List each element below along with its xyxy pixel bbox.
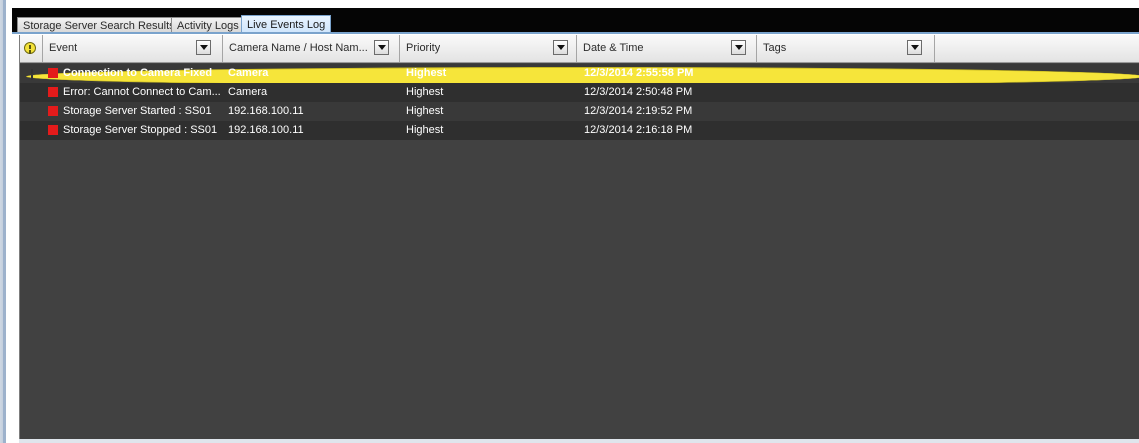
- window: Storage Server Search Results Activity L…: [0, 0, 1139, 443]
- cell-datetime: 12/3/2014 2:19:52 PM: [584, 105, 693, 117]
- tab-activity-logs[interactable]: Activity Logs: [171, 17, 245, 33]
- priority-filter-dropdown-icon[interactable]: [553, 40, 568, 55]
- table-row[interactable]: Error: Cannot Connect to Cam... Camera H…: [20, 83, 1139, 102]
- cell-datetime: 12/3/2014 2:50:48 PM: [584, 86, 693, 98]
- column-header-priority[interactable]: Priority: [400, 35, 577, 62]
- column-header-datetime[interactable]: Date & Time: [577, 35, 757, 62]
- column-label-camera: Camera Name / Host Nam...: [229, 42, 368, 54]
- cell-tags: [763, 64, 933, 83]
- cell-priority: Highest: [406, 67, 447, 79]
- warning-icon: [24, 42, 36, 54]
- red-square-icon: [48, 106, 58, 116]
- camera-filter-dropdown-icon[interactable]: [374, 40, 389, 55]
- table-row[interactable]: Connection to Camera Fixed Camera Highes…: [20, 64, 1139, 86]
- cell-priority: Highest: [406, 105, 444, 117]
- cell-datetime: 12/3/2014 2:16:18 PM: [584, 124, 693, 136]
- column-header-event[interactable]: Event: [43, 35, 223, 62]
- window-left-border: [0, 0, 6, 443]
- tab-storage-server-search-results[interactable]: Storage Server Search Results: [17, 17, 181, 33]
- cell-tags: [763, 83, 933, 102]
- header-warning-column[interactable]: [20, 35, 43, 62]
- column-header-camera[interactable]: Camera Name / Host Nam...: [223, 35, 400, 62]
- cell-datetime: 12/3/2014 2:55:58 PM: [584, 67, 694, 79]
- cell-tags: [763, 121, 933, 140]
- tags-filter-dropdown-icon[interactable]: [907, 40, 922, 55]
- cell-priority: Highest: [406, 86, 444, 98]
- table-row[interactable]: Storage Server Stopped : SS01 192.168.10…: [20, 121, 1139, 140]
- datetime-filter-dropdown-icon[interactable]: [731, 40, 746, 55]
- red-square-icon: [48, 68, 58, 78]
- events-grid: Event Camera Name / Host Nam... Priority…: [19, 35, 1139, 440]
- cell-priority: Highest: [406, 124, 444, 136]
- column-label-priority: Priority: [406, 42, 441, 54]
- column-label-datetime: Date & Time: [583, 42, 644, 54]
- column-header-tags[interactable]: Tags: [757, 35, 935, 62]
- cell-event: Storage Server Stopped : SS01: [63, 124, 218, 136]
- event-filter-dropdown-icon[interactable]: [196, 40, 211, 55]
- column-label-tags: Tags: [763, 42, 787, 54]
- red-square-icon: [48, 125, 58, 135]
- table-row[interactable]: Storage Server Started : SS01 192.168.10…: [20, 102, 1139, 121]
- cell-event: Storage Server Started : SS01: [63, 105, 212, 117]
- cell-camera: 192.168.100.11: [228, 124, 304, 136]
- cell-event: Connection to Camera Fixed: [63, 67, 213, 79]
- cell-camera: Camera: [228, 86, 268, 98]
- cell-camera: Camera: [228, 67, 269, 79]
- cell-camera: 192.168.100.11: [228, 105, 304, 117]
- column-label-event: Event: [49, 42, 78, 54]
- red-square-icon: [48, 87, 58, 97]
- grid-header: Event Camera Name / Host Nam... Priority…: [20, 35, 1139, 63]
- cell-tags: [763, 102, 933, 121]
- tab-bar: Storage Server Search Results Activity L…: [12, 8, 1139, 34]
- cell-event: Error: Cannot Connect to Cam...: [63, 86, 221, 98]
